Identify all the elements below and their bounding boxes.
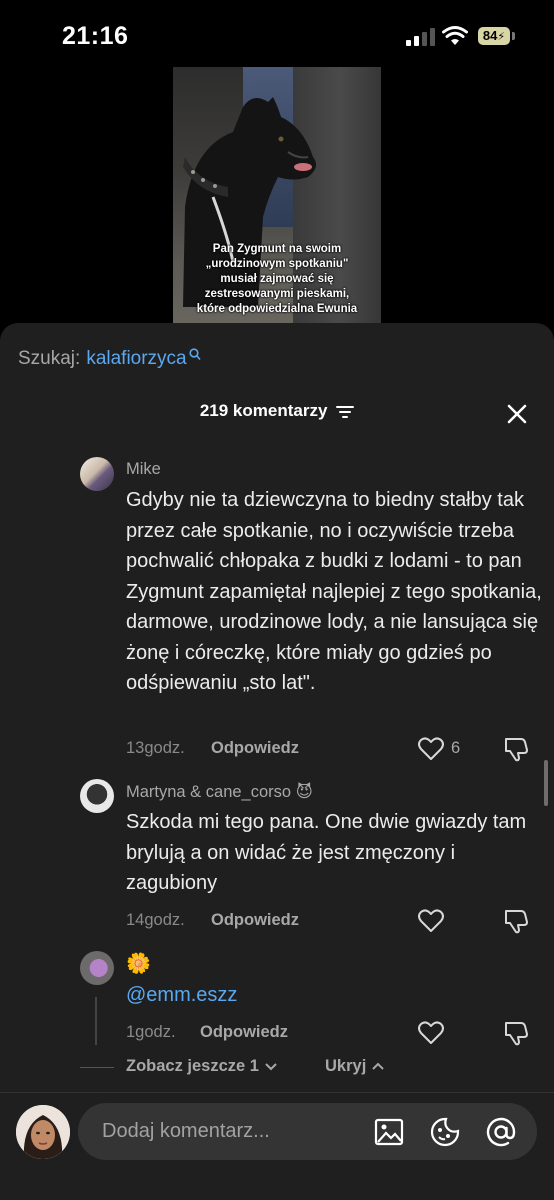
search-icon: [189, 348, 201, 361]
sort-filter-icon[interactable]: [336, 405, 355, 419]
reply-button[interactable]: Odpowiedz: [211, 739, 299, 758]
reply-button[interactable]: Odpowiedz: [211, 911, 299, 930]
close-icon[interactable]: [506, 403, 528, 425]
scrollbar[interactable]: [544, 760, 548, 806]
like-heart-icon[interactable]: [418, 737, 444, 761]
hide-replies-button[interactable]: Ukryj: [325, 1057, 385, 1076]
user-avatar: [16, 1105, 70, 1159]
comment-count: 219 komentarzy: [199, 401, 328, 420]
comment-input-bar: Dodaj komentarz...: [0, 1092, 554, 1200]
divider: [80, 1067, 114, 1068]
comment-time: 1godz.: [126, 1023, 176, 1041]
view-more-label: Zobacz jeszcze 1: [126, 1057, 259, 1075]
chevron-down-icon: [264, 1063, 277, 1071]
emoji-sticker-icon[interactable]: [430, 1117, 460, 1147]
view-more-replies-button[interactable]: Zobacz jeszcze 1: [126, 1057, 278, 1076]
status-bar: 21:16 84⚡: [0, 0, 554, 66]
comment-time: 14godz.: [126, 911, 185, 929]
dislike-icon[interactable]: [503, 1020, 529, 1046]
search-term-link[interactable]: kalafiorzyca: [86, 348, 186, 369]
cellular-signal-icon: [406, 28, 436, 46]
dislike-icon[interactable]: [503, 736, 529, 762]
comment-text: Szkoda mi tego pana. One dwie gwiazdy ta…: [126, 811, 527, 894]
video-preview[interactable]: Pan Zygmunt na swoim „urodzinowym spotka…: [173, 67, 381, 329]
battery-icon: 84⚡: [478, 27, 510, 45]
comment-mention[interactable]: @emm.eszz: [126, 980, 546, 1011]
like-heart-icon[interactable]: [418, 909, 444, 933]
thread-line: [95, 997, 97, 1045]
dislike-icon[interactable]: [503, 908, 529, 934]
avatar[interactable]: [80, 951, 114, 985]
wifi-icon: [442, 26, 468, 45]
comment-username[interactable]: Mike: [126, 460, 161, 479]
comment-text: Gdyby nie ta dziewczyna to biedny stałby…: [126, 489, 542, 694]
video-caption: Pan Zygmunt na swoim „urodzinowym spotka…: [196, 243, 358, 315]
battery-level: 84: [482, 28, 498, 43]
avatar[interactable]: [80, 779, 114, 813]
mention-icon[interactable]: [486, 1117, 516, 1147]
comment-input[interactable]: Dodaj komentarz...: [78, 1103, 537, 1160]
like-heart-icon[interactable]: [418, 1021, 444, 1045]
like-count: 6: [451, 739, 461, 757]
chevron-up-icon: [372, 1062, 384, 1070]
avatar[interactable]: [80, 457, 114, 491]
hide-label: Ukryj: [325, 1057, 367, 1075]
comments-sheet: Szukaj: kalafiorzyca 219 komentarzy Mike …: [0, 323, 554, 1199]
search-label: Szukaj:: [18, 348, 81, 369]
comment-input-placeholder: Dodaj komentarz...: [102, 1120, 270, 1142]
comment-time: 13godz.: [126, 739, 185, 757]
comments-header: 219 komentarzy: [0, 401, 554, 421]
status-time: 21:16: [62, 22, 129, 50]
comment-username[interactable]: 🌼: [126, 951, 151, 976]
search-suggestion[interactable]: Szukaj: kalafiorzyca: [18, 348, 201, 370]
comment-username[interactable]: Martyna & cane_corso 😈: [126, 782, 313, 802]
avatar-image: [16, 1105, 70, 1159]
reply-button[interactable]: Odpowiedz: [200, 1023, 288, 1042]
image-icon[interactable]: [374, 1117, 404, 1147]
